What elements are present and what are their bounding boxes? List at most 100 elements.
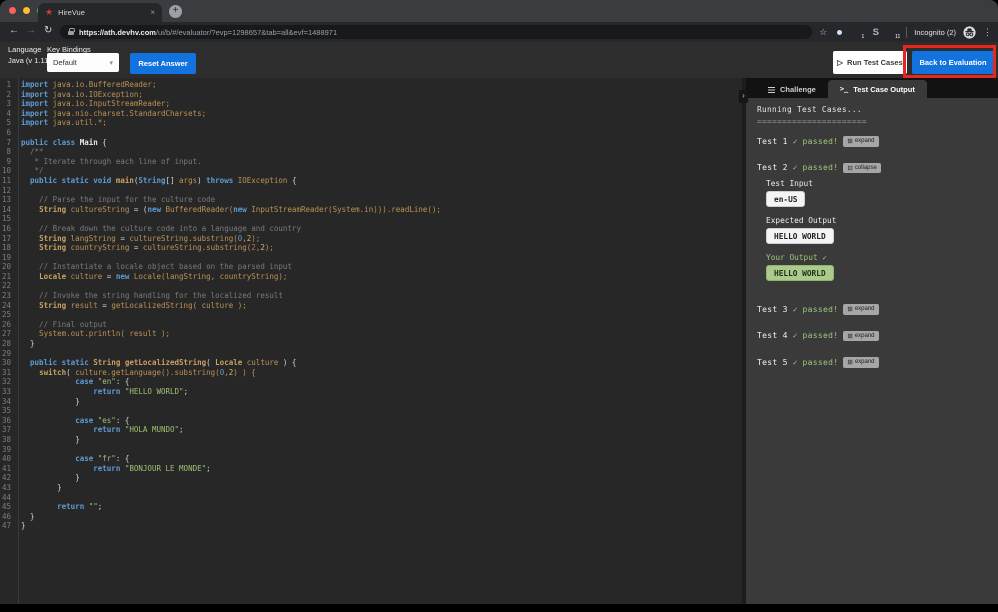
line-number: 36 xyxy=(0,416,15,426)
close-window-button[interactable] xyxy=(9,7,16,14)
run-test-cases-button[interactable]: ▷ Run Test Cases xyxy=(833,51,907,74)
line-number: 41 xyxy=(0,464,15,474)
code-lines: 1import java.io.BufferedReader;2import j… xyxy=(0,78,742,531)
line-number: 1 xyxy=(0,80,15,90)
code-line: 24 String result = getLocalizedString( c… xyxy=(0,301,742,311)
line-content xyxy=(15,128,26,138)
line-number: 45 xyxy=(0,502,15,512)
reload-icon[interactable]: ↻ xyxy=(44,25,52,36)
back-to-evaluation-button[interactable]: Back to Evaluation xyxy=(912,51,994,74)
line-content: // Invoke the string handling for the lo… xyxy=(15,291,283,301)
keybindings-select[interactable]: Default ▾ xyxy=(47,53,119,72)
detail-value-box: HELLO WORLD xyxy=(766,265,834,281)
code-editor[interactable]: 1import java.io.BufferedReader;2import j… xyxy=(0,78,742,604)
detail-value-box: HELLO WORLD xyxy=(766,228,834,244)
line-content: System.out.println( result ); xyxy=(15,329,170,339)
line-content: } xyxy=(15,483,62,493)
plus-box-icon: ⊞ xyxy=(847,137,852,145)
expand-button[interactable]: ⊞expand xyxy=(843,357,878,368)
line-number: 8 xyxy=(0,147,15,157)
line-number: 3 xyxy=(0,99,15,109)
back-icon[interactable]: ← xyxy=(9,25,19,36)
detail-value-box: en-US xyxy=(766,191,805,207)
reset-answer-button[interactable]: Reset Answer xyxy=(130,53,196,74)
line-number: 46 xyxy=(0,512,15,522)
code-line: 4import java.nio.charset.StandardCharset… xyxy=(0,109,742,119)
check-icon: ✓ xyxy=(793,163,798,172)
panel-divider[interactable]: › xyxy=(742,78,746,604)
app-toolbar: Language Java (v 1.11) Key Bindings Defa… xyxy=(0,42,998,78)
code-line: 44 xyxy=(0,493,742,503)
terminal-icon: >_ xyxy=(840,85,848,93)
expand-button[interactable]: ⊞expand xyxy=(843,304,878,315)
code-line: 41 return "BONJOUR LE MONDE"; xyxy=(0,464,742,474)
line-number: 44 xyxy=(0,493,15,503)
line-number: 10 xyxy=(0,166,15,176)
line-content: public static void main(String[] args) t… xyxy=(15,176,296,186)
minimize-window-button[interactable] xyxy=(23,7,30,14)
extension-blue-icon[interactable] xyxy=(834,27,845,38)
extension-s-icon[interactable]: S xyxy=(870,27,881,38)
panel-collapse-handle[interactable]: › xyxy=(739,90,748,103)
code-line: 47} xyxy=(0,521,742,531)
line-content: String cultureString = (new BufferedRead… xyxy=(15,205,441,215)
bottom-strip xyxy=(0,604,998,612)
line-number: 26 xyxy=(0,320,15,330)
line-content: case "fr": { xyxy=(15,454,129,464)
line-content: } xyxy=(15,512,35,522)
line-number: 24 xyxy=(0,301,15,311)
browser-tab-title: HireVue xyxy=(58,8,145,17)
line-content: String result = getLocalizedString( cult… xyxy=(15,301,247,311)
line-number: 18 xyxy=(0,243,15,253)
test-result-row: Test 4✓passed!⊞expand xyxy=(757,331,998,342)
test-result-row: Test 2✓passed!⊟collapse xyxy=(757,163,998,174)
bookmark-star-icon[interactable]: ☆ xyxy=(819,27,827,38)
chrome-menu-icon[interactable]: ⋮ xyxy=(983,27,992,38)
address-bar[interactable]: https://ath.devhv.com/ui/b/#/evaluator/?… xyxy=(60,25,812,39)
tab-close-icon[interactable]: × xyxy=(150,8,155,17)
hirevue-favicon-icon: ★ xyxy=(45,8,53,17)
expand-button[interactable]: ⊞expand xyxy=(843,331,878,342)
test-name: Test 1 xyxy=(757,137,788,146)
line-number: 31 xyxy=(0,368,15,378)
code-line: 19 xyxy=(0,253,742,263)
code-line: 16 // Break down the culture code into a… xyxy=(0,224,742,234)
check-icon: ✓ xyxy=(793,358,798,367)
plus-box-icon: ⊞ xyxy=(847,332,852,340)
code-line: 28 } xyxy=(0,339,742,349)
line-content xyxy=(15,406,26,416)
test-detail: Test Inputen-USExpected OutputHELLO WORL… xyxy=(766,179,998,290)
line-content: * Iterate through each line of input. xyxy=(15,157,202,167)
forward-icon[interactable]: → xyxy=(26,25,36,36)
code-line: 29 xyxy=(0,349,742,359)
line-content: } xyxy=(15,435,80,445)
code-line: 39 xyxy=(0,445,742,455)
line-number: 11 xyxy=(0,176,15,186)
tab-test-case-output[interactable]: >_ Test Case Output xyxy=(828,80,927,98)
expand-button[interactable]: ⊞expand xyxy=(843,136,878,147)
line-content: } xyxy=(15,473,80,483)
tab-challenge[interactable]: Challenge xyxy=(756,81,828,98)
line-content: return "HOLA MUNDO"; xyxy=(15,425,184,435)
line-content xyxy=(15,214,26,224)
extension-red-icon[interactable]: 1 xyxy=(852,27,863,38)
new-tab-button[interactable]: + xyxy=(169,5,182,18)
browser-tab[interactable]: ★ HireVue × xyxy=(38,3,162,22)
url-path: /ui/b/#/evaluator/?evp=1298657&tab=all&e… xyxy=(156,28,337,37)
line-content: import java.io.IOException; xyxy=(15,90,143,100)
line-content: return "HELLO WORLD"; xyxy=(15,387,188,397)
test-result-row: Test 3✓passed!⊞expand xyxy=(757,304,998,315)
line-content: import java.io.BufferedReader; xyxy=(15,80,156,90)
code-line: 33 return "HELLO WORLD"; xyxy=(0,387,742,397)
browser-urlbar: ← → ↻ https://ath.devhv.com/ui/b/#/evalu… xyxy=(0,22,998,42)
browser-titlebar: ★ HireVue × + xyxy=(0,0,998,22)
line-number: 9 xyxy=(0,157,15,167)
collapse-button[interactable]: ⊟collapse xyxy=(843,163,880,174)
code-line: 30 public static String getLocalizedStri… xyxy=(0,358,742,368)
code-line: 18 String countryString = cultureString.… xyxy=(0,243,742,253)
test-status: passed! xyxy=(803,331,839,340)
plus-box-icon: ⊞ xyxy=(847,305,852,313)
chevron-down-icon: ▾ xyxy=(109,59,113,67)
extension-dark-icon[interactable]: 11 xyxy=(888,27,899,38)
code-line: 22 xyxy=(0,281,742,291)
